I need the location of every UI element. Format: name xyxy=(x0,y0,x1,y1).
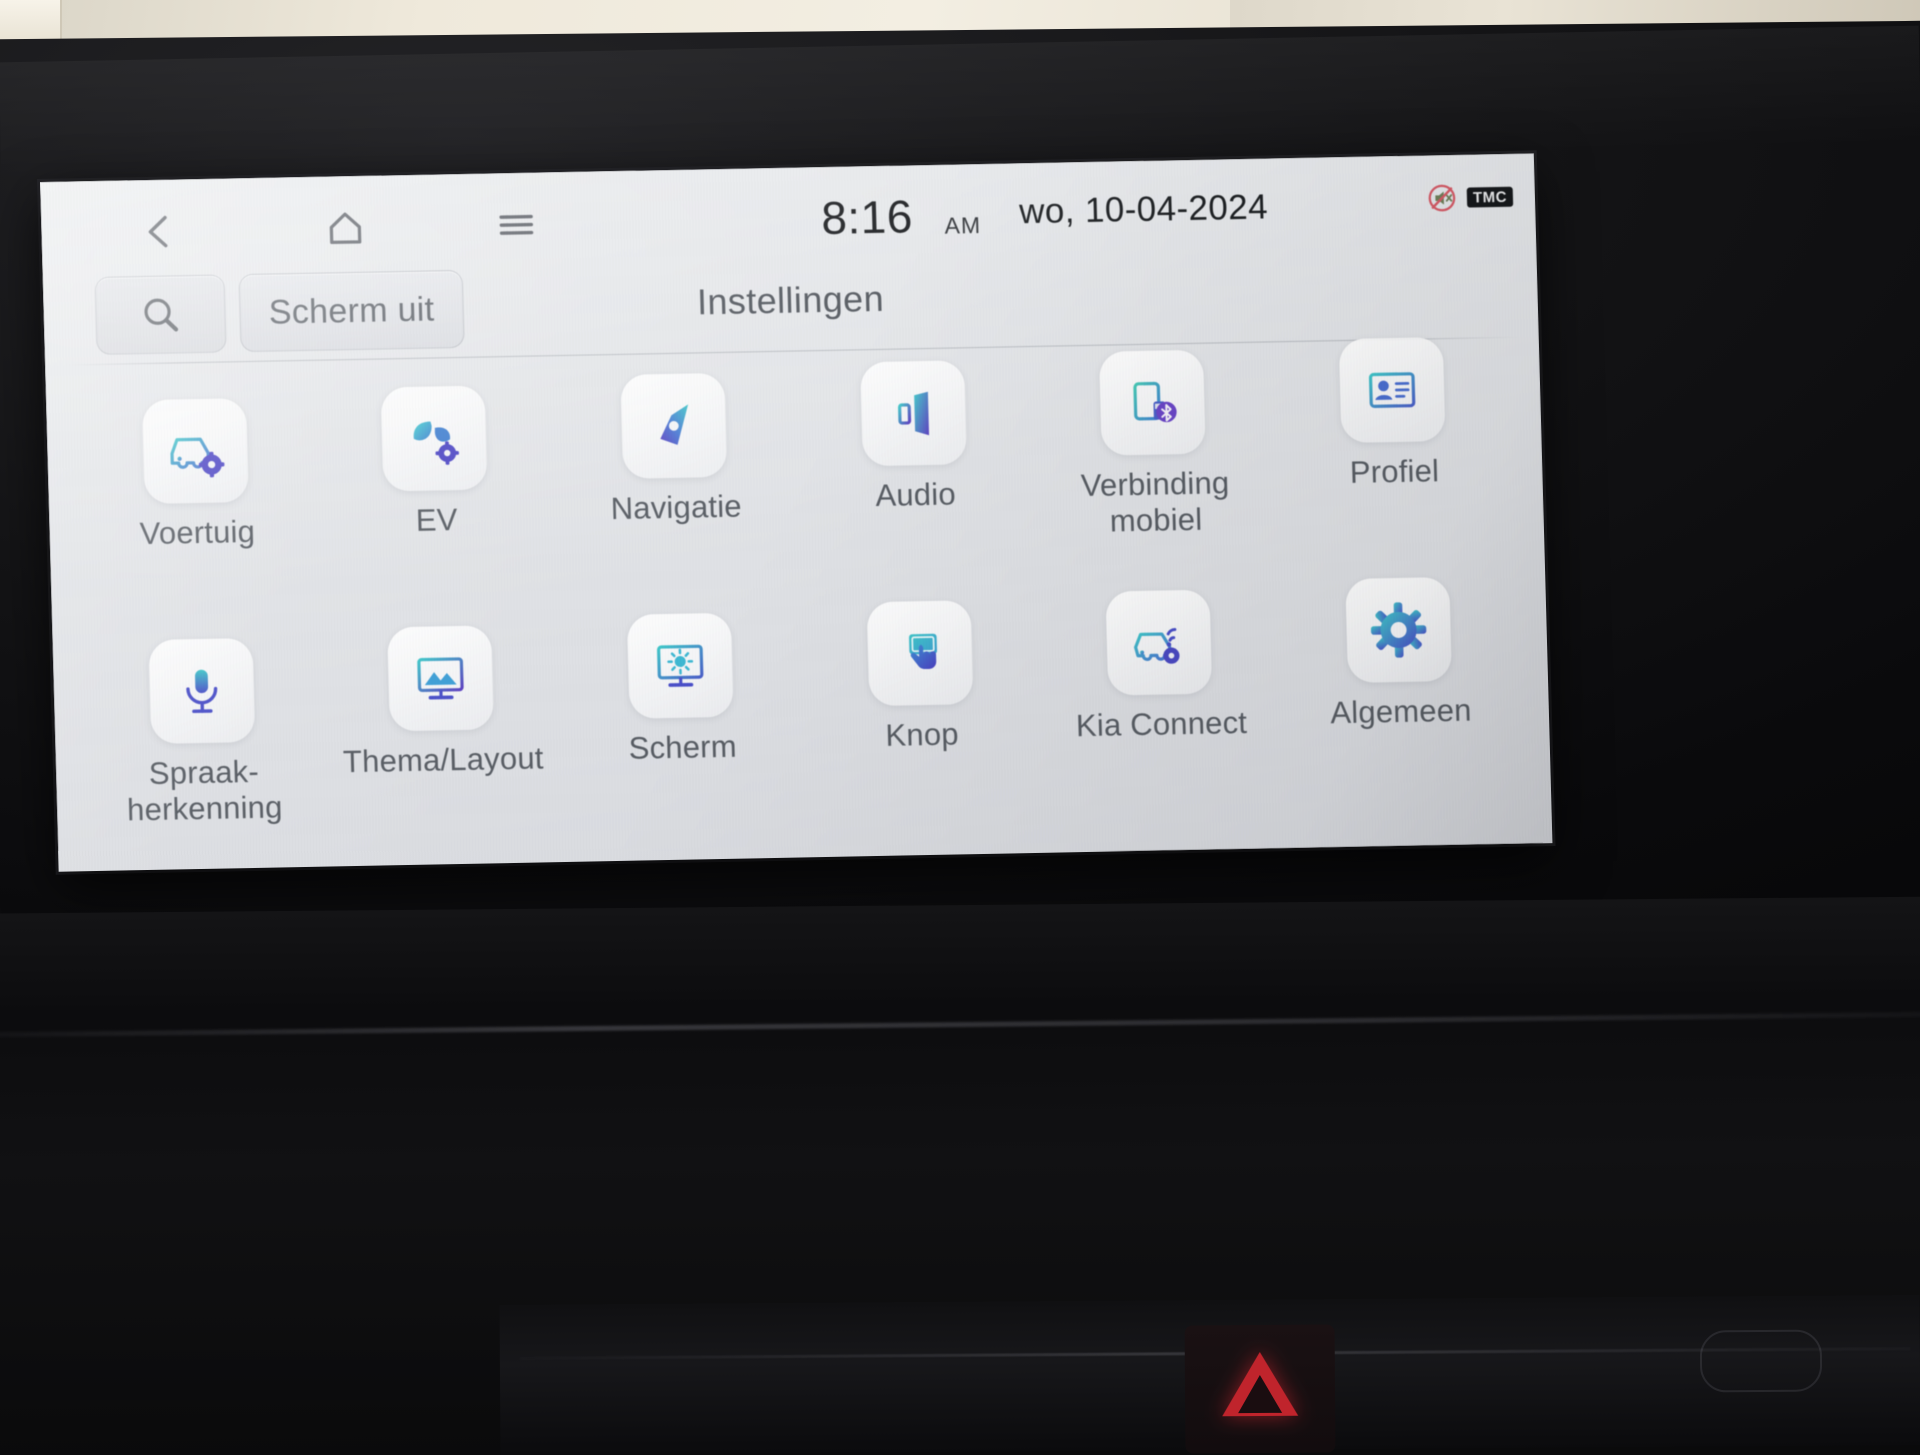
settings-item-knop[interactable]: Knop xyxy=(798,591,1044,836)
back-button[interactable] xyxy=(137,209,182,254)
settings-item-scherm[interactable]: Scherm xyxy=(559,603,805,848)
settings-item-audio[interactable]: Audio xyxy=(792,351,1038,596)
settings-item-label: Algemeen xyxy=(1329,692,1473,731)
settings-item-label: Voertuig xyxy=(139,513,256,552)
settings-item-label: Kia Connect xyxy=(1075,704,1248,744)
clock-ampm: AM xyxy=(944,211,982,239)
settings-item-verbinding-mobiel[interactable]: Verbinding mobiel xyxy=(1031,340,1277,585)
photo-scene: 8:16 AM wo, 10-04-2024 TMC Scherm uit In… xyxy=(0,0,1920,1455)
picture-monitor-icon xyxy=(417,657,465,700)
settings-item-ev[interactable]: EV xyxy=(313,376,559,621)
settings-item-kia-connect[interactable]: Kia Connect xyxy=(1038,580,1284,825)
brightness-monitor-icon xyxy=(657,644,704,687)
date-display: wo, 10-04-2024 xyxy=(1018,187,1269,232)
tile-background xyxy=(627,612,734,719)
tile-background xyxy=(1099,349,1207,456)
tile-background xyxy=(381,385,488,492)
settings-item-profiel[interactable]: Profiel xyxy=(1271,328,1517,573)
settings-item-navigatie[interactable]: Navigatie xyxy=(553,364,799,609)
settings-item-label: Navigatie xyxy=(610,488,743,527)
settings-item-spraakherkenning[interactable]: Spraak-herkenning xyxy=(80,629,326,872)
id-card-icon xyxy=(1369,372,1416,408)
sound-off-icon xyxy=(1428,184,1456,212)
compass-icon xyxy=(660,404,689,445)
tile-background xyxy=(148,637,256,744)
menu-button[interactable] xyxy=(493,202,540,247)
tile-background xyxy=(866,600,974,707)
status-icon-tray: TMC xyxy=(1427,182,1514,214)
hamburger-menu-icon xyxy=(499,214,534,235)
leaf-settings-icon xyxy=(414,421,460,465)
microphone-icon xyxy=(186,669,218,714)
home-icon xyxy=(329,212,362,245)
tile-background xyxy=(860,360,967,467)
settings-item-label: Knop xyxy=(885,716,960,753)
clock-time: 8:16 xyxy=(820,190,914,244)
settings-grid: Voertuig EV Navigatie Audio Verbinding m… xyxy=(73,337,1524,857)
settings-item-algemeen[interactable]: Algemeen xyxy=(1277,568,1523,813)
speaker-icon xyxy=(897,391,929,436)
settings-item-label: Profiel xyxy=(1349,453,1440,490)
background-wall-strip xyxy=(0,0,62,44)
settings-item-label: EV xyxy=(415,502,459,538)
settings-item-label: Audio xyxy=(874,476,957,514)
chevron-left-icon xyxy=(148,215,168,248)
settings-item-label: Verbinding mobiel xyxy=(1080,465,1230,539)
settings-item-label: Scherm xyxy=(628,728,738,766)
gear-icon xyxy=(1371,602,1427,658)
settings-item-thema-layout[interactable]: Thema/Layout xyxy=(320,616,566,861)
settings-item-label: Spraak-herkenning xyxy=(126,753,283,828)
tile-background xyxy=(387,625,495,732)
tile-background xyxy=(141,398,249,505)
tile-background xyxy=(620,372,728,479)
tile-background xyxy=(1345,577,1453,683)
tile-background xyxy=(1105,589,1213,696)
car-settings-icon xyxy=(170,437,225,478)
home-button[interactable] xyxy=(321,206,370,251)
tmc-badge: TMC xyxy=(1466,186,1514,208)
hand-touch-icon xyxy=(908,633,937,670)
infotainment-screen[interactable]: 8:16 AM wo, 10-04-2024 TMC Scherm uit In… xyxy=(40,153,1553,872)
dashboard-knob[interactable] xyxy=(1699,1329,1823,1393)
settings-item-label: Thema/Layout xyxy=(342,740,545,780)
hazard-triangle-inner xyxy=(1237,1374,1283,1414)
connected-car-icon xyxy=(1134,628,1181,664)
tile-background xyxy=(1338,337,1446,444)
settings-item-voertuig[interactable]: Voertuig xyxy=(74,389,320,634)
phone-bluetooth-icon xyxy=(1133,381,1178,423)
